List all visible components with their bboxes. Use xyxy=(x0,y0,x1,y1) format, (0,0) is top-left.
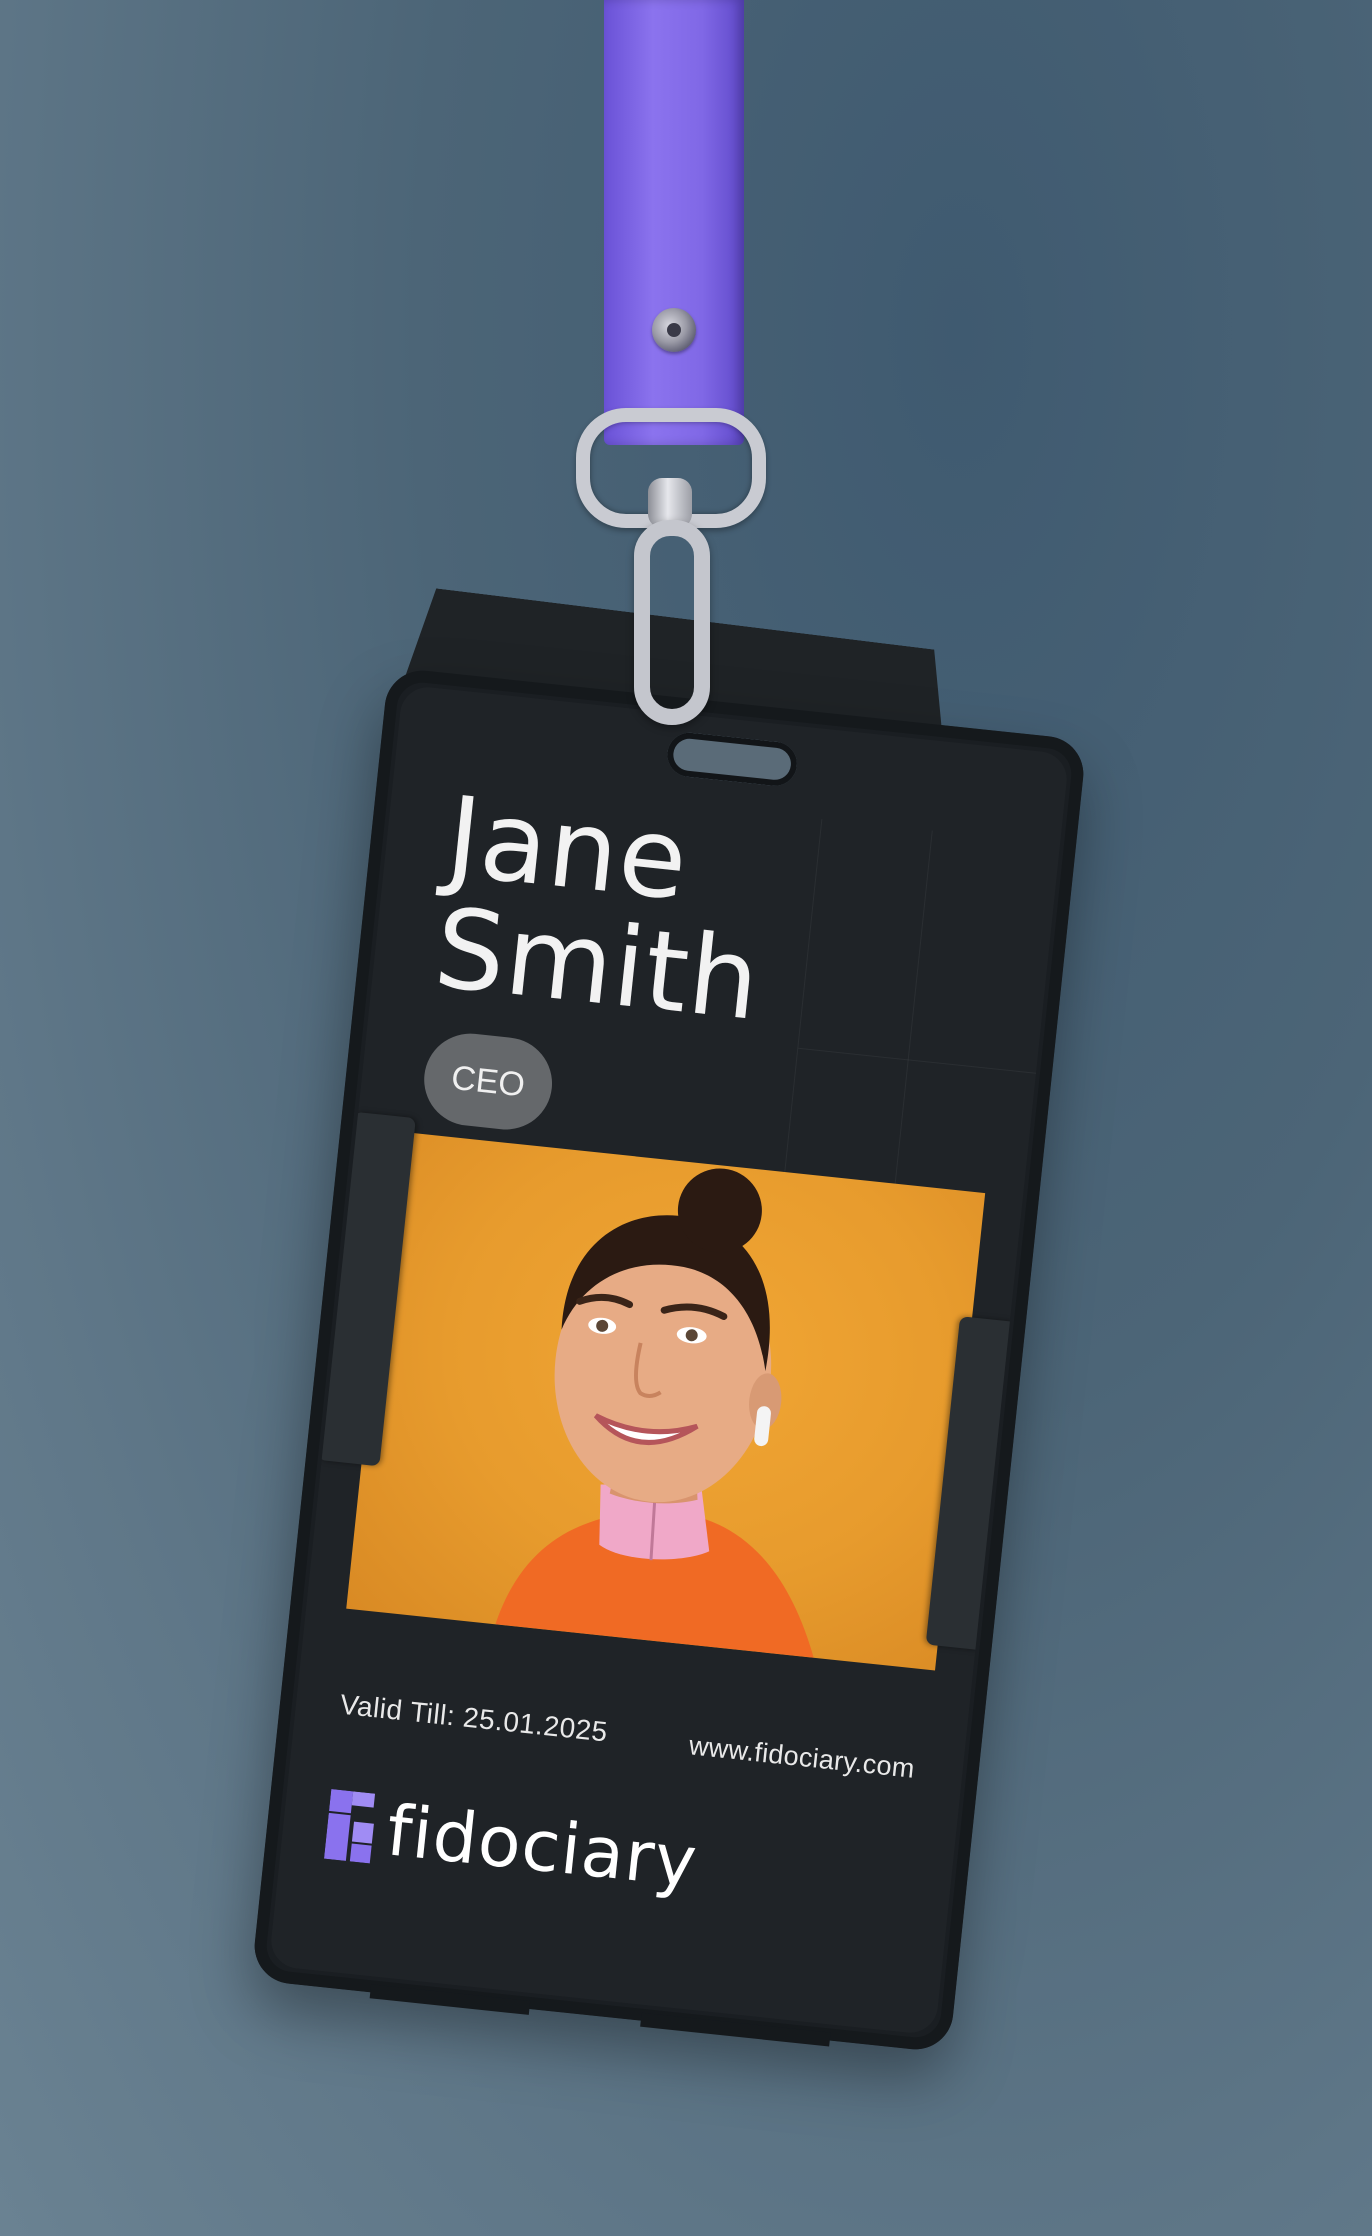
badge-holder: Jane Smith CEO Valid Till: 25.01.2025 ww… xyxy=(250,666,1088,2054)
id-badge: Jane Smith CEO Valid Till: 25.01.2025 ww… xyxy=(250,666,1088,2054)
lanyard-slot xyxy=(665,730,800,788)
badge-scene: Jane Smith CEO Valid Till: 25.01.2025 ww… xyxy=(0,0,1372,2236)
company-website: www.fidociary.com xyxy=(687,1730,917,1784)
company-logo: fidociary xyxy=(323,1783,701,1903)
employee-photo xyxy=(346,1131,986,1671)
badge-card: Jane Smith CEO Valid Till: 25.01.2025 ww… xyxy=(268,684,1070,2036)
lanyard-rivet xyxy=(652,308,696,352)
lanyard-strap xyxy=(604,0,744,445)
fidociary-logo-icon xyxy=(323,1789,379,1864)
portrait-illustration xyxy=(495,1168,814,1658)
brand-name: fidociary xyxy=(383,1789,702,1904)
last-name: Smith xyxy=(429,883,767,1046)
valid-till-date: Valid Till: 25.01.2025 xyxy=(338,1688,610,1748)
employee-name: Jane Smith xyxy=(429,772,777,1046)
lanyard-clip-hook xyxy=(634,520,710,725)
role-badge: CEO xyxy=(419,1029,557,1135)
